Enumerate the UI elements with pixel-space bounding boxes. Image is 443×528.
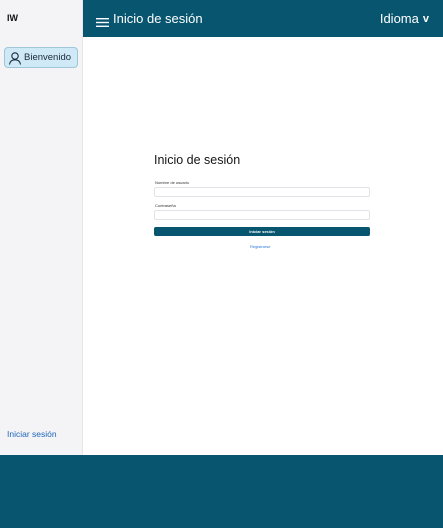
language-selector[interactable]: Idioma v xyxy=(380,11,429,26)
brand-logo[interactable]: IW xyxy=(7,13,18,23)
login-button[interactable]: Iniciar sesión xyxy=(154,227,370,236)
footer xyxy=(0,455,443,528)
username-label: Nombre de usuario xyxy=(155,180,190,185)
sidebar: IW Bienvenido Iniciar sesión xyxy=(0,0,83,455)
password-field[interactable] xyxy=(154,210,370,220)
hamburger-icon[interactable] xyxy=(96,14,109,32)
sidebar-login-link[interactable]: Iniciar sesión xyxy=(7,429,57,439)
welcome-label: Bienvenido xyxy=(24,52,72,63)
register-link[interactable]: Registrarse xyxy=(250,244,270,249)
user-icon xyxy=(8,51,22,65)
username-field[interactable] xyxy=(154,187,370,197)
chevron-down-icon: v xyxy=(422,12,429,25)
top-bar: Inicio de sesión Idioma v xyxy=(83,0,443,37)
page-title: Inicio de sesión xyxy=(113,11,203,26)
language-label: Idioma xyxy=(379,11,419,26)
password-label: Contraseña xyxy=(155,203,176,208)
welcome-button[interactable]: Bienvenido xyxy=(4,47,78,68)
form-title: Inicio de sesión xyxy=(154,153,241,167)
